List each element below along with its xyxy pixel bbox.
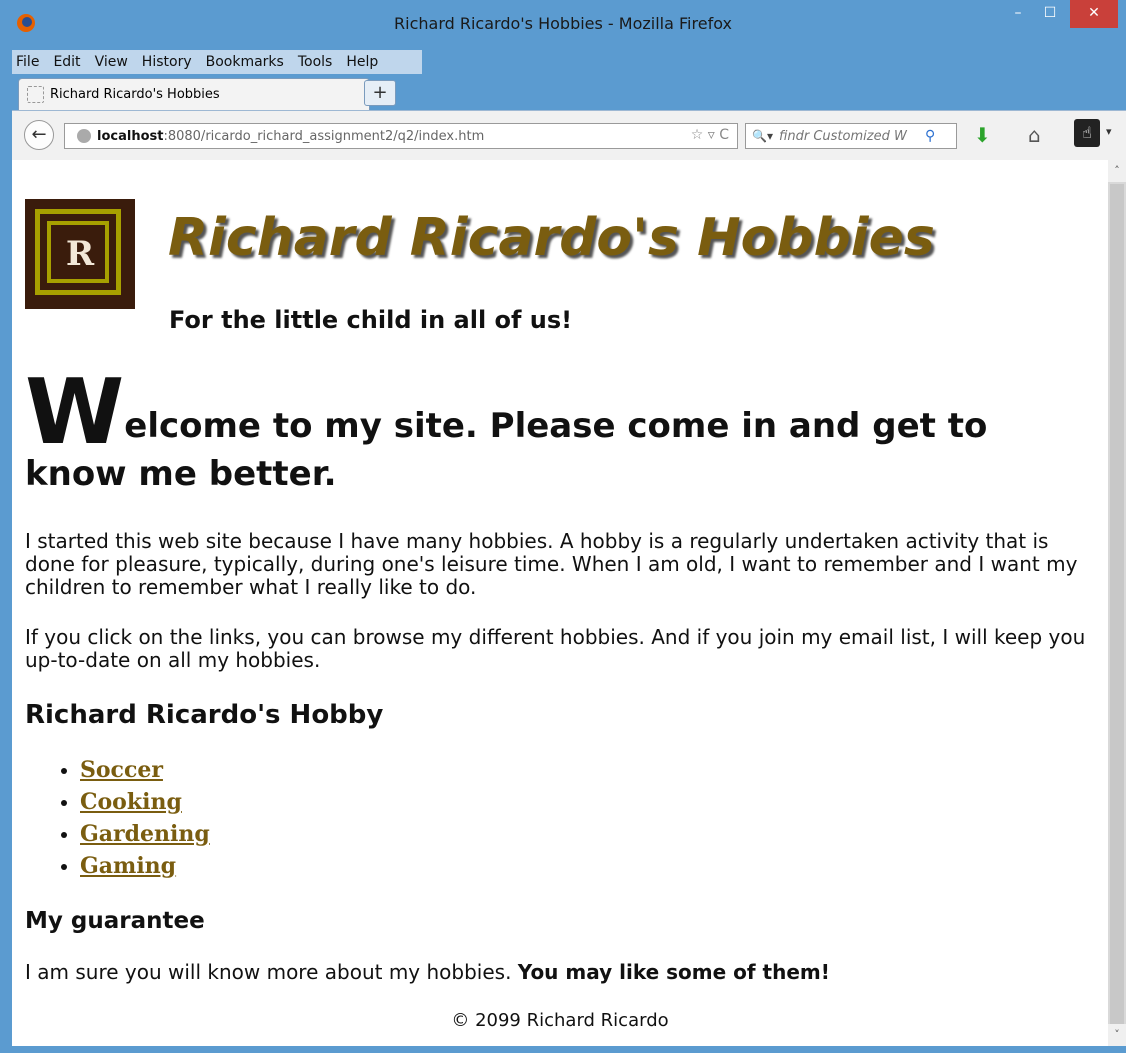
welcome-text: elcome to my site. Please come in and ge…	[25, 406, 988, 494]
back-arrow-icon[interactable]: ←	[24, 120, 54, 150]
url-host: localhost	[97, 128, 164, 144]
navigation-bar: ← localhost :8080/ricardo_richard_assign…	[12, 110, 1126, 160]
scrollbar[interactable]: ˄ ˅	[1108, 160, 1126, 1046]
url-path: :8080/ricardo_richard_assignment2/q2/ind…	[163, 128, 485, 144]
magnifier-icon[interactable]: ⚲	[925, 128, 935, 144]
logo-letter: R	[65, 234, 95, 274]
chevron-down-icon[interactable]: ▾	[1106, 125, 1112, 138]
search-input[interactable]	[776, 127, 923, 145]
scroll-up-icon[interactable]: ˄	[1108, 160, 1126, 182]
hobby-link-gaming[interactable]: Gaming	[80, 853, 176, 879]
minimize-button[interactable]: –	[1004, 0, 1032, 28]
list-item: Soccer	[80, 754, 210, 786]
menu-history[interactable]: History	[142, 54, 192, 70]
intro-paragraph: I started this web site because I have m…	[25, 529, 1078, 599]
links-paragraph: If you click on the links, you can brows…	[25, 625, 1086, 672]
guarantee-bold: You may like some of them!	[517, 960, 830, 984]
hobby-list: Soccer Cooking Gardening Gaming	[60, 754, 210, 882]
hand-pointer-icon[interactable]: ☝	[1074, 119, 1100, 147]
maximize-button[interactable]: ☐	[1036, 0, 1064, 28]
globe-icon	[77, 129, 91, 143]
list-item: Cooking	[80, 786, 210, 818]
welcome-heading: Welcome to my site. Please come in and g…	[25, 368, 1100, 498]
site-title: Richard Ricardo's Hobbies	[168, 208, 935, 268]
bookmark-star-icon[interactable]: ☆ ▿ C	[691, 127, 729, 143]
search-engine-icon[interactable]: 🔍▾	[752, 129, 773, 143]
search-bar[interactable]: 🔍▾ ⚲	[745, 123, 957, 149]
page-icon	[27, 86, 44, 103]
url-bar[interactable]: localhost :8080/ricardo_richard_assignme…	[64, 123, 738, 149]
menu-help[interactable]: Help	[346, 54, 378, 70]
scroll-down-icon[interactable]: ˅	[1108, 1024, 1126, 1046]
guarantee-plain: I am sure you will know more about my ho…	[25, 960, 512, 984]
tagline: For the little child in all of us!	[169, 306, 573, 334]
footer: © 2099 Richard Ricardo	[451, 1010, 669, 1031]
hobby-link-soccer[interactable]: Soccer	[80, 757, 163, 783]
close-button[interactable]: ✕	[1070, 0, 1118, 28]
tab-active[interactable]: Richard Ricardo's Hobbies	[18, 78, 370, 110]
site-logo: R	[25, 199, 135, 309]
menu-view[interactable]: View	[95, 54, 128, 70]
new-tab-button[interactable]: +	[364, 80, 396, 106]
list-item: Gardening	[80, 818, 210, 850]
home-icon[interactable]: ⌂	[1028, 123, 1041, 147]
tab-label: Richard Ricardo's Hobbies	[50, 87, 220, 102]
drop-cap: W	[25, 360, 125, 465]
title-bar: Richard Ricardo's Hobbies - Mozilla Fire…	[0, 0, 1126, 50]
guarantee-text: I am sure you will know more about my ho…	[25, 960, 830, 984]
menu-bar: File Edit View History Bookmarks Tools H…	[12, 50, 422, 74]
hobby-link-gardening[interactable]: Gardening	[80, 821, 210, 847]
menu-tools[interactable]: Tools	[298, 54, 333, 70]
download-icon[interactable]: ⬇	[974, 123, 991, 147]
list-item: Gaming	[80, 850, 210, 882]
menu-edit[interactable]: Edit	[53, 54, 80, 70]
hobby-link-cooking[interactable]: Cooking	[80, 789, 182, 815]
menu-bookmarks[interactable]: Bookmarks	[206, 54, 284, 70]
window-title: Richard Ricardo's Hobbies - Mozilla Fire…	[394, 14, 732, 33]
scroll-thumb[interactable]	[1110, 184, 1124, 1024]
page-content: R Richard Ricardo's Hobbies For the litt…	[12, 160, 1108, 1046]
guarantee-heading: My guarantee	[25, 908, 205, 934]
hobby-heading: Richard Ricardo's Hobby	[25, 700, 384, 730]
menu-file[interactable]: File	[16, 54, 39, 70]
